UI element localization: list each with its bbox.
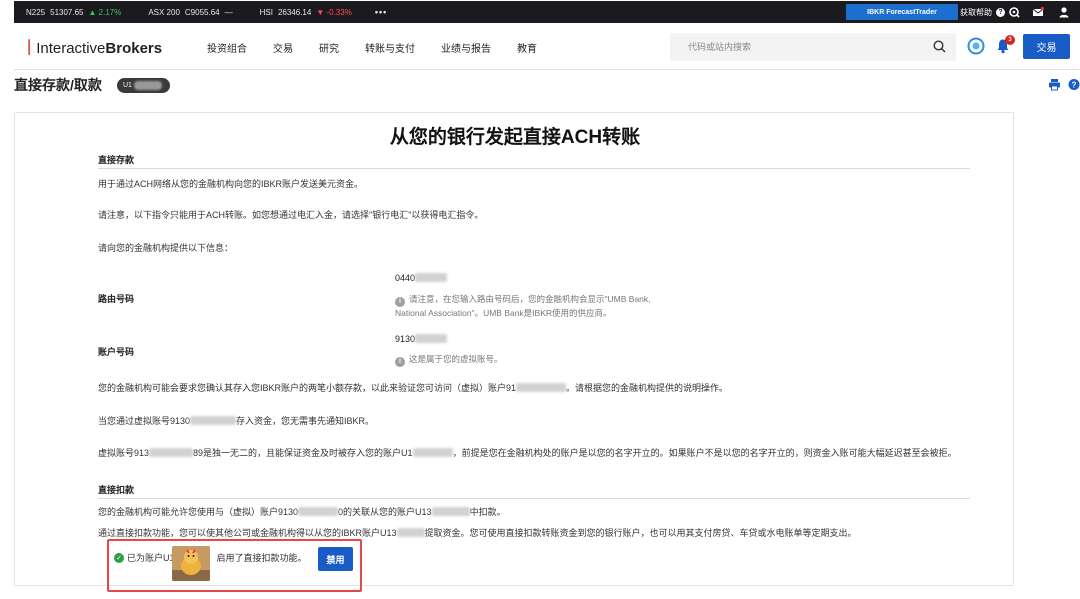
- print-icon[interactable]: [1048, 78, 1061, 91]
- deposit-provide-info: 请向您的金融机构提供以下信息：: [98, 243, 234, 253]
- routing-number-label: 路由号码: [98, 294, 135, 304]
- trade-button[interactable]: 交易: [1023, 34, 1070, 59]
- routing-number-text: 0440: [395, 273, 416, 283]
- user-icon[interactable]: [1058, 6, 1070, 18]
- unique-text-a: 虚拟账号913: [98, 448, 150, 458]
- search-input[interactable]: [688, 42, 928, 52]
- account-number-note: i 这是属于您的虚拟账号。: [395, 353, 680, 367]
- debit-divider: [98, 498, 970, 499]
- routing-number-value: 0440: [395, 273, 448, 283]
- routing-number-note: i 请注意，在您输入路由号码后，您的金融机构会显示"UMB Bank, Natio…: [395, 293, 680, 319]
- routing-note-text: 请注意，在您输入路由号码后，您的金融机构会显示"UMB Bank, Nation…: [395, 294, 651, 318]
- verify-text-post: 。请根据您的金融机构提供的说明操作。: [566, 383, 729, 393]
- ticker-name: HSI: [259, 7, 273, 17]
- assistant-icon[interactable]: [967, 37, 985, 55]
- debit-usage-text: 通过直接扣款功能，您可以使其他公司或金融机构得以从您的IBKR账户U13 提取资金…: [98, 527, 857, 539]
- deposit-divider: [98, 168, 970, 169]
- nav-item-trade[interactable]: 交易: [273, 40, 293, 55]
- debit-text-b: 0的关联从您的账户U13: [338, 507, 432, 517]
- redacted-virtual-account: [190, 416, 237, 425]
- debit-description: 您的金融机构可能允许您使用与（虚拟）账户9130 0的关联从您的账户U13 中扣款。: [98, 506, 506, 518]
- forecast-trader-button[interactable]: IBKR ForecastTrader: [846, 4, 958, 20]
- ticker-value: C9055.64: [184, 7, 220, 17]
- direct-debit-status: ✓ 已为账户U1 启用了直接扣款功能。: [114, 551, 307, 564]
- account-number-value: 9130: [395, 334, 448, 344]
- ticker-name: N225: [26, 7, 46, 17]
- ticker-name: ASX 200: [148, 7, 180, 17]
- info-icon: i: [395, 297, 405, 307]
- card-title: 从您的银行发起直接ACH转账: [389, 127, 641, 148]
- unique-account-text: 虚拟账号913 89是独一无二的，且能保证资金及时被存入您的账户U1 ，前提是您在金…: [98, 447, 968, 459]
- logo-text-brand: Interactive: [36, 39, 106, 57]
- ticker-change: ▲ 2.17%: [88, 7, 122, 17]
- debit-text-a: 您的金融机构可能允许您使用与（虚拟）账户9130: [98, 507, 299, 517]
- nav-item-education[interactable]: 教育: [517, 40, 537, 55]
- redacted-virtual-account: [149, 448, 194, 457]
- ticker-value: 26346.14: [277, 7, 312, 17]
- help-menu[interactable]: 获取帮助 ?: [960, 1, 1005, 23]
- market-ticker-bar: N225 51307.65 ▲ 2.17% ASX 200 C9055.64 —…: [14, 1, 1080, 23]
- ticker-quote-asx200[interactable]: ASX 200 C9055.64 —: [148, 8, 237, 17]
- redacted-routing: [415, 273, 448, 282]
- help-icon[interactable]: ?: [1068, 78, 1080, 91]
- account-number-label: 账户号码: [98, 347, 135, 357]
- svg-text:?: ?: [1072, 81, 1077, 90]
- question-icon: ?: [996, 7, 1005, 17]
- nav-item-performance-reports[interactable]: 业绩与报告: [441, 40, 491, 55]
- info-icon: i: [395, 357, 405, 367]
- ticker-change: ▼ -0.33%: [316, 7, 352, 17]
- notification-badge: 3: [1005, 35, 1015, 45]
- check-circle-icon: ✓: [114, 552, 124, 563]
- logo-mark-icon: ᛁ: [24, 38, 35, 57]
- account-note-text: 这是属于您的虚拟账号。: [409, 354, 503, 364]
- nav-item-transfer-pay[interactable]: 转账与支付: [365, 40, 415, 55]
- debit-usage-b: 提取资金。您可使用直接扣款转账资金到您的银行账户，也可以用其支付房贷、车贷或水电…: [424, 528, 857, 538]
- redacted-virtual-account: [298, 507, 339, 516]
- unique-text-c: ，前提是您在金融机构处的账户是以您的名字开立的。如果账户不是以您的名字开立的，则…: [452, 448, 957, 458]
- main-navigation: ᛁ Interactive Brokers 投资组合 交易 研究 转账与支付 业绩…: [14, 24, 1080, 70]
- ticker-value: 51307.65: [50, 7, 84, 17]
- nav-item-portfolio[interactable]: 投资组合: [207, 40, 247, 55]
- redacted-account: [133, 81, 162, 90]
- redacted-account-number: [415, 334, 448, 343]
- ibkr-logo[interactable]: ᛁ Interactive Brokers: [24, 38, 162, 58]
- ticker-quote-n225[interactable]: N225 51307.65 ▲ 2.17%: [26, 8, 126, 17]
- notify-text-pre: 当您通过虚拟账号9130: [98, 416, 191, 426]
- search-icon[interactable]: [933, 40, 946, 53]
- notify-text-post: 存入资金，您无需事先通知IBKR。: [236, 416, 375, 426]
- debit-heading: 直接扣款: [98, 485, 135, 495]
- debit-text-c: 中扣款。: [469, 507, 506, 517]
- redacted-virtual-account: [516, 383, 567, 392]
- nav-item-research[interactable]: 研究: [319, 40, 339, 55]
- unique-text-b: 89是独一无二的，且能保证资金及时被存入您的账户U1: [193, 448, 413, 458]
- debit-usage-a: 通过直接扣款功能，您可以使其他公司或金融机构得以从您的IBKR账户U13: [98, 528, 397, 538]
- ticker-quote-hsi[interactable]: HSI 26346.14 ▼ -0.33%: [260, 8, 357, 17]
- ticker-change: —: [224, 7, 233, 17]
- logo-text-bold: Brokers: [105, 39, 163, 57]
- help-label: 获取帮助: [960, 7, 992, 17]
- site-search: [670, 33, 956, 61]
- redacted-ibkr-account: [412, 448, 453, 457]
- mail-icon[interactable]: [1032, 6, 1044, 18]
- deposit-wire-note: 请注意，以下指令只能用于ACH转账。如您想通过电汇入金，请选择"银行电汇"以获得…: [98, 210, 484, 220]
- account-prefix: U1: [123, 82, 132, 89]
- verify-deposits-text: 您的金融机构可能会要求您确认其存入您IBKR账户的两笔小额存款，以此来验证您可访…: [98, 382, 728, 394]
- redacted-ibkr-account: [396, 528, 425, 537]
- account-selector[interactable]: U1: [117, 78, 170, 93]
- verify-text-pre: 您的金融机构可能会要求您确认其存入您IBKR账户的两笔小额存款，以此来验证您可访…: [98, 383, 517, 393]
- status-text-pre: 已为账户U1: [127, 553, 175, 563]
- sticker-image: [172, 546, 210, 581]
- account-number-text: 9130: [395, 334, 416, 344]
- chat-icon[interactable]: [1008, 6, 1020, 18]
- disable-direct-debit-button[interactable]: 禁用: [318, 547, 353, 571]
- deposit-heading: 直接存款: [98, 155, 135, 165]
- ticker-more-button[interactable]: •••: [375, 7, 387, 17]
- no-notice-text: 当您通过虚拟账号9130 存入资金，您无需事先通知IBKR。: [98, 415, 374, 427]
- deposit-description: 用于通过ACH网络从您的金融机构向您的IBKR账户发送美元资金。: [98, 179, 364, 189]
- page-title: 直接存款/取款: [14, 77, 102, 93]
- redacted-ibkr-account: [431, 507, 470, 516]
- nav-menu: 投资组合 交易 研究 转账与支付 业绩与报告 教育: [207, 40, 563, 55]
- status-text-post: 启用了直接扣款功能。: [216, 553, 307, 563]
